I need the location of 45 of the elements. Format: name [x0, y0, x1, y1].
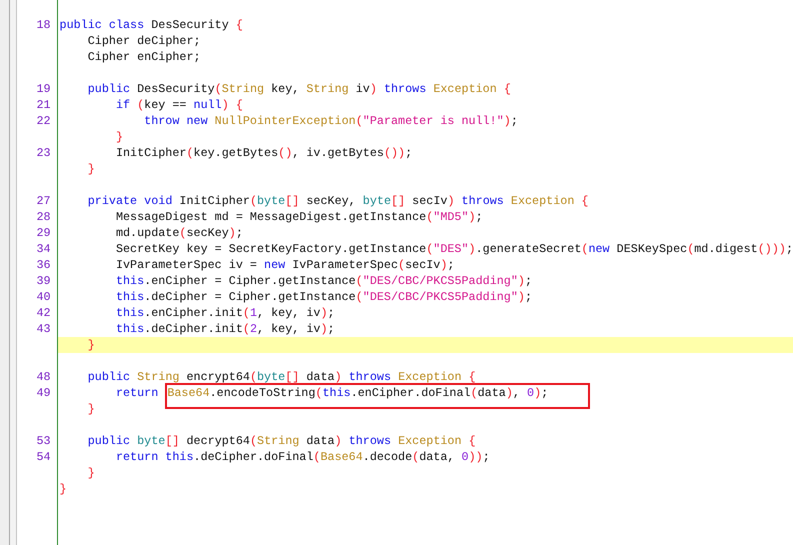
line-number: 48	[36, 370, 51, 384]
line-number: 22	[36, 114, 51, 128]
code-line: md.update(secKey);	[116, 226, 243, 240]
line-number: 23	[36, 146, 51, 160]
line-number: 54	[36, 450, 51, 464]
code-line: }	[88, 402, 95, 416]
code-line: }	[60, 482, 67, 496]
line-number: 19	[36, 82, 51, 96]
code-line: SecretKey key = SecretKeyFactory.getInstance("DES").generateSecret(new DESKeySpec(md.digest()));	[116, 242, 793, 256]
line-number: 27	[36, 194, 51, 208]
code-line: public String encrypt64(byte[] data) throws Exception {	[88, 370, 476, 384]
code-line: }	[116, 130, 124, 144]
line-number: 42	[36, 306, 51, 320]
line-number: 43	[36, 322, 51, 336]
code-line: this.deCipher = Cipher.getInstance("DES/CBC/PKCS5Padding");	[116, 290, 532, 304]
code-line: this.deCipher.init(2, key, iv);	[116, 322, 335, 336]
line-number: 49	[36, 386, 51, 400]
code-line: return this.deCipher.doFinal(Base64.decode(data, 0));	[116, 450, 490, 464]
code-line: }	[88, 338, 95, 352]
line-number: 40	[36, 290, 51, 304]
code-line: }	[88, 466, 95, 480]
code-line: MessageDigest md = MessageDigest.getInstance("MD5");	[116, 210, 483, 224]
line-number: 29	[36, 226, 51, 240]
line-number: 36	[36, 258, 51, 272]
code-line: return	[116, 386, 160, 400]
code-line: public class DesSecurity {	[60, 18, 243, 32]
code-line: throw new NullPointerException("Parameter is null!");	[144, 114, 518, 128]
line-number: 18	[36, 18, 51, 32]
highlighted-code: Base64.encodeToString(this.enCipher.doFinal(data), 0);	[165, 383, 590, 409]
code-line: public byte[] decrypt64(String data) throws Exception {	[88, 434, 476, 448]
code-line: IvParameterSpec iv = new IvParameterSpec(secIv);	[116, 258, 454, 272]
code-line: }	[88, 162, 95, 176]
line-number: 53	[36, 434, 51, 448]
line-number: 39	[36, 274, 51, 288]
code-line: Cipher enCipher;	[88, 50, 201, 64]
code-line: this.enCipher.init(1, key, iv);	[116, 306, 335, 320]
line-number: 34	[36, 242, 51, 256]
code-line: private void InitCipher(byte[] secKey, byte[] secIv) throws Exception {	[88, 194, 588, 208]
code-line: this.enCipher = Cipher.getInstance("DES/CBC/PKCS5Padding");	[116, 274, 532, 288]
line-number: 28	[36, 210, 51, 224]
line-number: 21	[36, 98, 51, 112]
code-line: InitCipher(key.getBytes(), iv.getBytes());	[116, 146, 412, 160]
code-line: Cipher deCipher;	[88, 34, 201, 48]
code-line: if (key == null) {	[116, 98, 243, 112]
code-line: public DesSecurity(String key, String iv) throws Exception {	[88, 82, 511, 96]
